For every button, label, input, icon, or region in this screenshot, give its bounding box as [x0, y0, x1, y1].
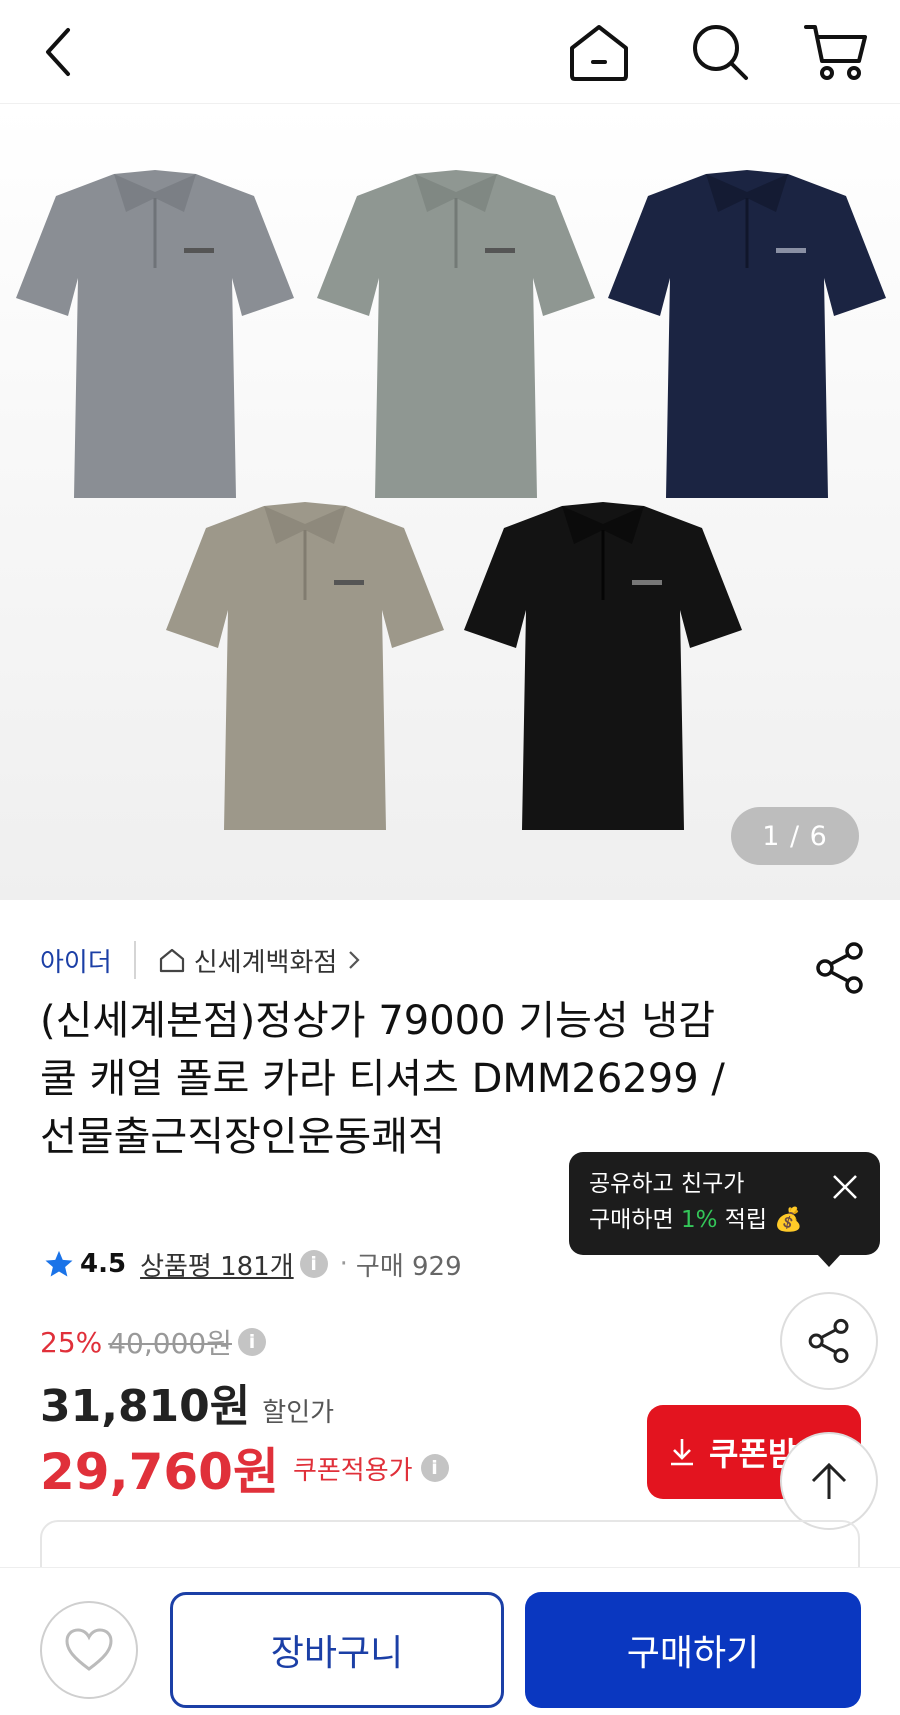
store-name: 신세계백화점 [193, 947, 338, 978]
sale-price-row: 31,810원 할인가 [40, 1370, 334, 1434]
scroll-to-top-button[interactable] [780, 1432, 878, 1530]
reward-rate: 1% [680, 1207, 718, 1233]
coupon-price-row: 29,760원 쿠폰적용가 i [40, 1432, 449, 1504]
sale-price: 31,810원 [40, 1381, 251, 1432]
purchase-count: 구매 929 [355, 1251, 462, 1282]
image-page-indicator: 1 / 6 [731, 807, 859, 865]
store-home-icon [159, 948, 184, 973]
home-icon[interactable] [559, 12, 639, 92]
share-icon[interactable] [812, 940, 868, 996]
close-icon[interactable] [830, 1172, 860, 1202]
info-icon[interactable]: i [420, 1454, 449, 1482]
top-bar [0, 0, 900, 104]
share-icon [808, 1318, 849, 1364]
star-icon [45, 1250, 73, 1277]
sale-price-label: 할인가 [262, 1398, 335, 1428]
download-icon [671, 1439, 693, 1466]
heart-icon [65, 1628, 113, 1671]
info-icon[interactable]: i [237, 1328, 266, 1356]
tooltip-line2: 구매하면 1% 적립 💰 [589, 1207, 804, 1233]
discount-rate: 25% [40, 1325, 103, 1359]
back-icon[interactable] [18, 12, 98, 92]
cart-icon[interactable] [796, 12, 876, 92]
discount-row: 25% 40,000원 i [40, 1322, 266, 1362]
separator-dot: · [339, 1249, 348, 1279]
polo-shirt-gray-image [16, 170, 294, 498]
product-title: (신세계본점)정상가 79000 기능성 냉감 쿨 캐얼 폴로 카라 티셔츠 D… [40, 998, 725, 1160]
share-floating-button[interactable] [780, 1292, 878, 1390]
chevron-right-icon [349, 951, 360, 969]
reviews-link[interactable]: 상품평 181개 [140, 1246, 294, 1283]
store-link[interactable]: 신세계백화점 [158, 942, 362, 979]
info-icon[interactable]: i [299, 1250, 328, 1278]
brand-link[interactable]: 아이더 [40, 942, 112, 979]
buy-now-button[interactable]: 구매하기 [525, 1592, 861, 1708]
polo-shirt-black-image [464, 502, 742, 830]
arrow-up-icon [811, 1462, 847, 1499]
rating-score: 4.5 [80, 1249, 127, 1279]
original-price: 40,000원 [108, 1327, 232, 1360]
divider [133, 941, 136, 979]
search-icon[interactable] [680, 12, 760, 92]
brand-store-row: 아이더 신세계백화점 [40, 938, 361, 982]
bottom-action-bar: 장바구니 구매하기 [0, 1567, 900, 1715]
polo-shirt-navy-image [608, 170, 886, 498]
polo-shirt-sage-image [317, 170, 595, 498]
product-image-gallery[interactable] [0, 104, 900, 900]
rating-row: 4.5 상품평 181개 i · 구매 929 [44, 1244, 462, 1284]
add-to-cart-button[interactable]: 장바구니 [170, 1592, 504, 1708]
polo-shirt-beige-image [166, 502, 444, 830]
money-bag-icon: 💰 [774, 1207, 804, 1233]
tooltip-line1: 공유하고 친구가 [589, 1171, 745, 1197]
wishlist-button[interactable] [40, 1601, 138, 1699]
coupon-price-label: 쿠폰적용가 [292, 1455, 413, 1486]
coupon-price: 29,760원 [40, 1443, 279, 1501]
tooltip-tail [817, 1254, 841, 1267]
share-reward-tooltip: 공유하고 친구가 구매하면 1% 적립 💰 [569, 1152, 880, 1267]
